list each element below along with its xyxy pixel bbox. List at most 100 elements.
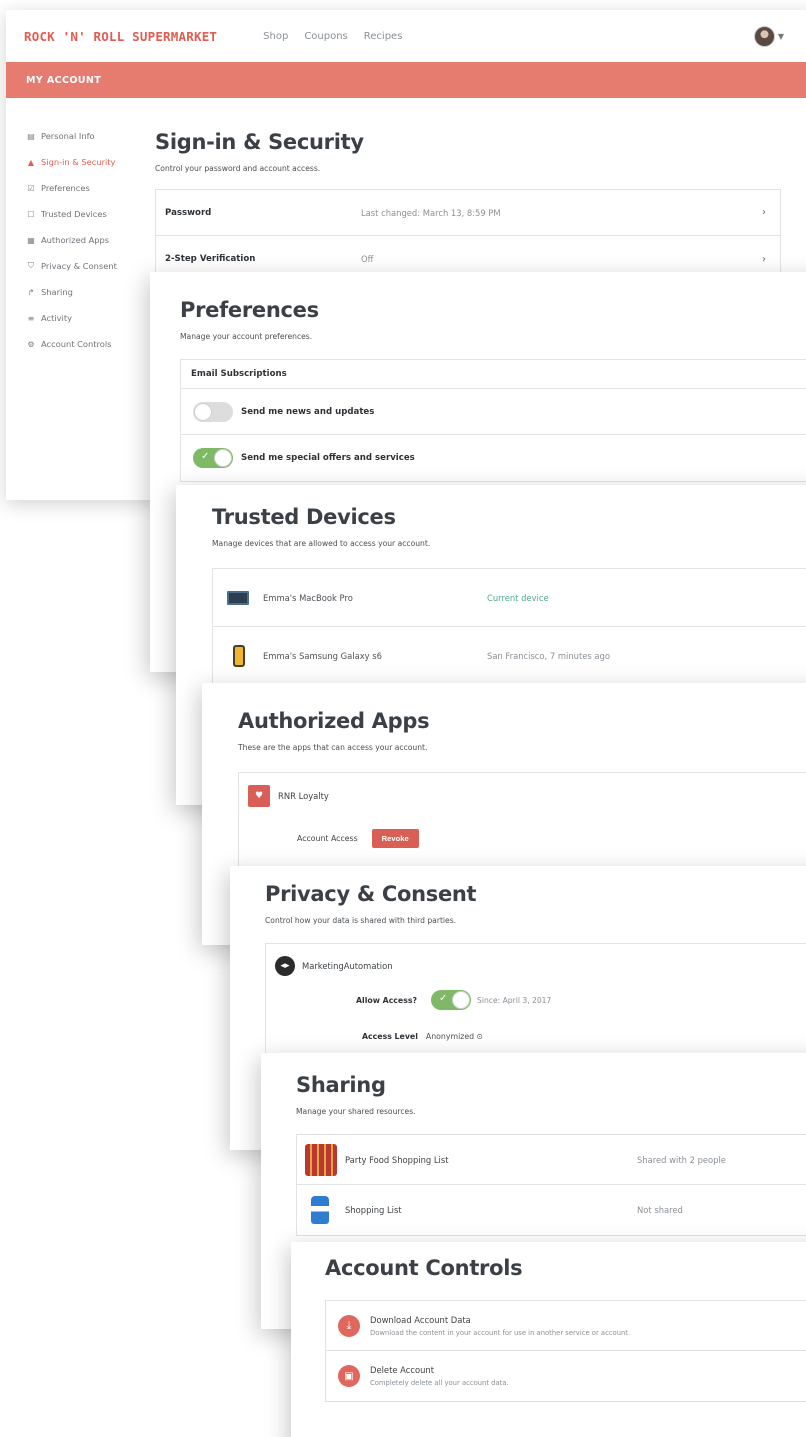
allow-since: Since: April 3, 2017 <box>477 995 552 1005</box>
laptop-icon <box>227 590 249 605</box>
option-label: Send me news and updates <box>241 406 375 417</box>
privacy-section: Privacy & Consent Control how your data … <box>265 882 806 1073</box>
sidebar-item-trusted-devices[interactable]: ☐ Trusted Devices <box>26 201 146 227</box>
toggle-knob <box>194 402 212 421</box>
group-title: Email Subscriptions <box>191 369 287 379</box>
list-name: Party Food Shopping List <box>345 1154 449 1165</box>
nav-recipes[interactable]: Recipes <box>364 31 403 42</box>
detergent-icon <box>311 1196 329 1224</box>
list-icon: ≡ <box>27 313 35 323</box>
section-description: Control how your data is shared with thi… <box>265 916 457 925</box>
check-icon: ✓ <box>439 993 448 1004</box>
section-title: Trusted Devices <box>212 505 396 529</box>
chevron-right-icon: › <box>762 253 766 265</box>
device-row[interactable]: Emma's MacBook Pro Current device <box>213 569 806 627</box>
account-bar-title: MY ACCOUNT <box>26 74 102 86</box>
access-level-row: Access Level Anonymized ⊙ <box>266 1010 806 1041</box>
device-name: Emma's Samsung Galaxy s6 <box>263 651 382 661</box>
trash-icon: ▣ <box>338 1365 360 1387</box>
sidebar-item-label: Sharing <box>41 287 73 297</box>
option-news[interactable]: Send me news and updates <box>181 389 806 435</box>
share-icon: ↱ <box>27 287 35 297</box>
device-row[interactable]: Emma's Samsung Galaxy s6 San Francisco, … <box>213 627 806 685</box>
section-title: Authorized Apps <box>238 709 430 733</box>
device-status: San Francisco, 7 minutes ago <box>487 651 610 661</box>
sidebar-item-sharing[interactable]: ↱ Sharing <box>26 279 146 305</box>
section-description: Control your password and account access… <box>155 164 321 173</box>
partner-entry: ◂▸ MarketingAutomation <box>266 944 806 976</box>
chevron-down-icon: ▼ <box>777 31 784 41</box>
option-label: Send me special offers and services <box>241 453 415 463</box>
offers-toggle[interactable]: ✓ <box>193 448 233 468</box>
password-row[interactable]: Password Last changed: March 13, 8:59 PM… <box>156 190 780 236</box>
sidebar-item-preferences[interactable]: ☑ Preferences <box>26 175 146 201</box>
sidebar: ▤ Personal Info ▲ Sign-in & Security ☑ P… <box>6 123 146 357</box>
sidebar-item-label: Authorized Apps <box>41 235 110 245</box>
option-offers[interactable]: ✓ Send me special offers and services <box>181 435 806 481</box>
account-controls-card: Account Controls ⤓ Download Account Data… <box>291 1242 806 1437</box>
shared-list-row[interactable]: Party Food Shopping List Shared with 2 p… <box>297 1135 806 1185</box>
chevron-right-icon: › <box>762 207 766 218</box>
news-toggle[interactable] <box>193 401 233 422</box>
sidebar-item-privacy-consent[interactable]: ⛉ Privacy & Consent <box>26 253 146 279</box>
sidebar-item-personal-info[interactable]: ▤ Personal Info <box>26 123 146 149</box>
shield-icon: ⛉ <box>28 261 34 270</box>
share-status: Shared with 2 people <box>637 1154 726 1165</box>
toggle-knob <box>452 991 471 1009</box>
nav-shop[interactable]: Shop <box>263 31 288 42</box>
apps-icon: ▦ <box>27 235 35 245</box>
device-icon: ☐ <box>27 209 35 219</box>
user-menu[interactable]: ▼ <box>753 25 784 47</box>
account-bar: MY ACCOUNT <box>6 62 806 98</box>
preferences-section: Preferences Manage your account preferen… <box>180 298 806 482</box>
nav-coupons[interactable]: Coupons <box>304 31 347 42</box>
main-nav: Shop Coupons Recipes <box>263 31 402 42</box>
share-status: Not shared <box>637 1205 683 1215</box>
security-table: Password Last changed: March 13, 8:59 PM… <box>155 189 781 283</box>
toggle-knob <box>214 449 232 467</box>
shared-list-row[interactable]: Shopping List Not shared <box>297 1185 806 1235</box>
devices-section: Trusted Devices Manage devices that are … <box>212 505 806 686</box>
sidebar-item-sign-in-security[interactable]: ▲ Sign-in & Security <box>26 149 146 175</box>
revoke-button[interactable]: Revoke <box>371 829 419 848</box>
section-title: Account Controls <box>325 1256 523 1280</box>
avatar[interactable] <box>753 25 775 47</box>
sidebar-item-activity[interactable]: ≡ Activity <box>26 305 146 331</box>
control-text: Download Account Data Download the conte… <box>370 1315 630 1337</box>
sidebar-item-label: Personal Info <box>41 131 95 141</box>
allow-access-toggle[interactable]: ✓ <box>431 990 472 1010</box>
download-data-row[interactable]: ⤓ Download Account Data Download the con… <box>326 1301 806 1351</box>
app-access-row: Account Access Revoke <box>239 807 806 848</box>
brand-logo[interactable]: ROCK 'N' ROLL SUPERMARKET <box>24 29 217 44</box>
control-name: Download Account Data <box>370 1314 471 1325</box>
delete-account-row[interactable]: ▣ Delete Account Completely delete all y… <box>326 1351 806 1401</box>
sharing-section: Sharing Manage your shared resources. Pa… <box>296 1073 806 1236</box>
download-icon: ⤓ <box>338 1314 360 1337</box>
top-bar: ROCK 'N' ROLL SUPERMARKET Shop Coupons R… <box>6 10 806 62</box>
sidebar-item-authorized-apps[interactable]: ▦ Authorized Apps <box>26 227 146 253</box>
control-name: Delete Account <box>370 1365 434 1375</box>
checklist-icon: ☑ <box>27 183 35 193</box>
device-status: Current device <box>487 592 549 603</box>
apps-section: Authorized Apps These are the apps that … <box>238 709 806 882</box>
level-value[interactable]: Anonymized ⊙ <box>426 1032 483 1041</box>
loyalty-app-icon: ♥ <box>248 785 270 807</box>
gear-icon: ⚙ <box>27 339 35 349</box>
control-desc: Completely delete all your account data. <box>370 1379 509 1387</box>
party-food-icon <box>305 1143 337 1176</box>
password-value: Last changed: March 13, 8:59 PM <box>361 207 501 218</box>
check-icon: ✓ <box>201 451 210 462</box>
devices-table: Emma's MacBook Pro Current device Emma's… <box>212 568 806 686</box>
id-card-icon: ▤ <box>27 131 35 141</box>
section-title: Privacy & Consent <box>265 882 477 906</box>
stage: ROCK 'N' ROLL SUPERMARKET Shop Coupons R… <box>0 0 806 1437</box>
sidebar-item-label: Privacy & Consent <box>41 261 117 271</box>
email-subscriptions-header: Email Subscriptions <box>181 360 806 389</box>
sidebar-item-label: Trusted Devices <box>41 209 107 219</box>
preferences-table: Email Subscriptions Send me news and upd… <box>180 359 806 482</box>
two-step-value: Off <box>361 254 374 264</box>
section-description: Manage devices that are allowed to acces… <box>212 539 431 548</box>
sidebar-item-account-controls[interactable]: ⚙ Account Controls <box>26 331 146 357</box>
app-entry: ♥ RNR Loyalty <box>239 773 806 807</box>
phone-icon <box>233 645 245 667</box>
